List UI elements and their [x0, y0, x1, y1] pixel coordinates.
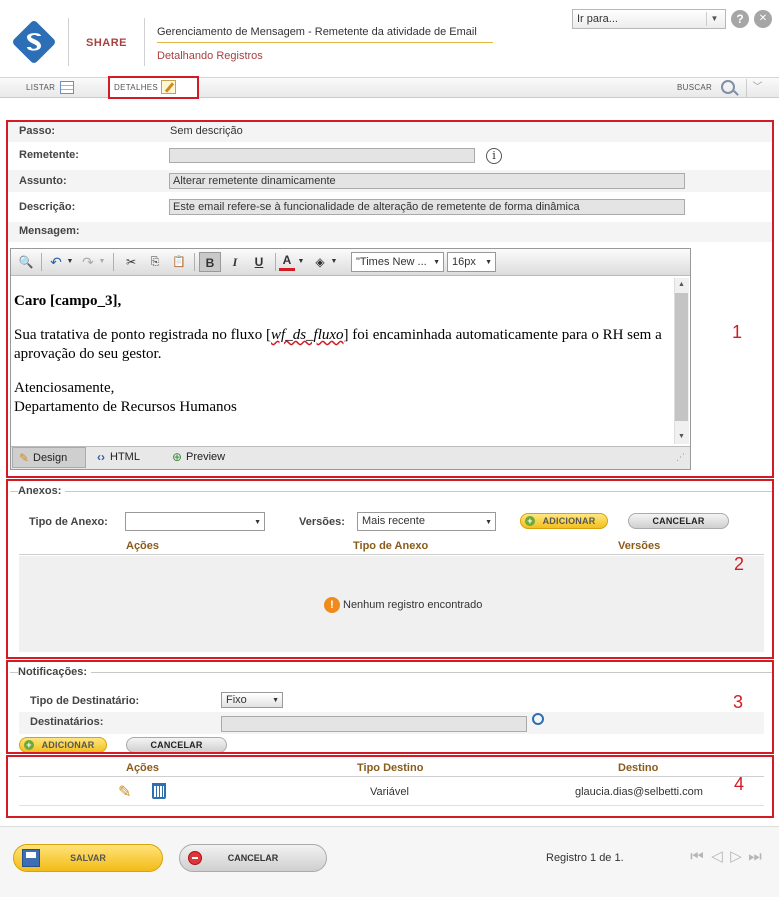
list-icon[interactable] [60, 81, 74, 94]
highlight-box-1 [6, 120, 774, 478]
page-subtitle: Detalhando Registros [157, 50, 263, 62]
page-title: Gerenciamento de Mensagem - Remetente da… [157, 26, 477, 38]
edit-icon [161, 80, 176, 94]
header-divider [68, 18, 69, 66]
annotation-number: 1 [732, 322, 743, 342]
header-divider [144, 18, 145, 66]
highlight-box-3 [6, 660, 774, 754]
highlight-box-2 [6, 479, 774, 659]
chevron-down-icon: ▼ [706, 12, 722, 26]
save-icon [22, 849, 40, 867]
help-icon[interactable]: ? [731, 10, 749, 28]
annotation-number: 2 [734, 554, 745, 574]
tab-detalhes-label: DETALHES [114, 83, 159, 92]
app-name: SHARE [86, 37, 128, 49]
last-page-icon[interactable]: ⏭ [746, 849, 764, 865]
highlight-box-4 [6, 755, 774, 818]
tab-listar[interactable]: LISTAR [26, 83, 55, 92]
record-counter: Registro 1 de 1. [546, 852, 624, 864]
cancel-icon [188, 851, 202, 865]
prev-page-icon[interactable]: ◁ [708, 849, 726, 865]
annotation-number: 3 [733, 692, 744, 712]
collapse-chevron-icon[interactable]: ﹀ [746, 79, 768, 97]
tab-buscar[interactable]: BUSCAR [677, 83, 712, 92]
title-underline [157, 42, 493, 43]
goto-select-value: Ir para... [577, 13, 618, 25]
share-logo-icon [13, 21, 55, 63]
search-icon[interactable] [721, 80, 735, 94]
next-page-icon[interactable]: ▷ [727, 849, 745, 865]
goto-select[interactable]: Ir para... ▼ [572, 9, 726, 29]
annotation-number: 4 [734, 774, 745, 794]
first-page-icon[interactable]: ⏮ [688, 849, 706, 865]
close-icon[interactable]: ✕ [754, 10, 772, 28]
